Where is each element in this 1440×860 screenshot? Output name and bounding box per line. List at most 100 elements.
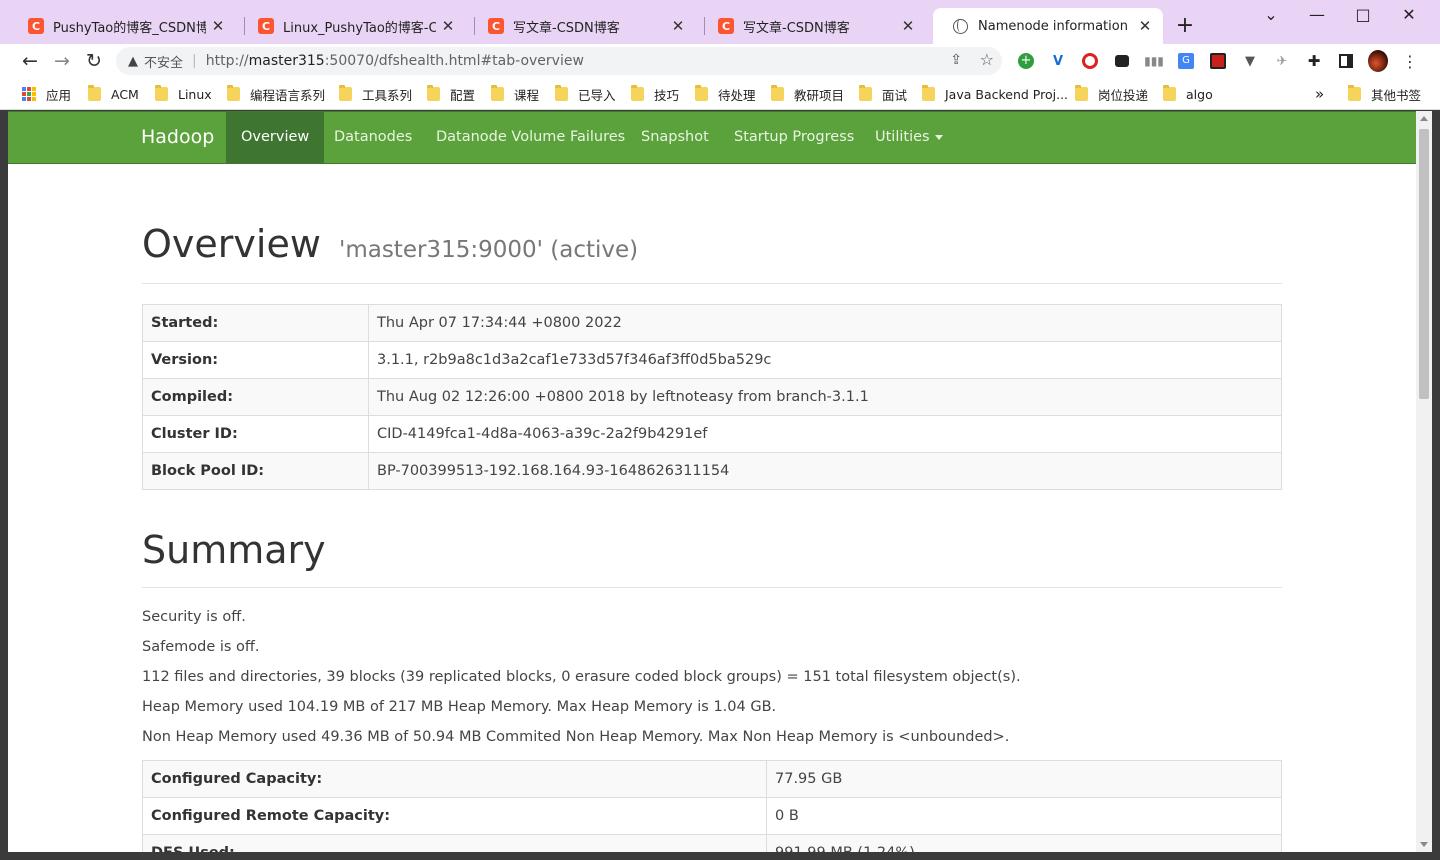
bookmark-folder[interactable]: 课程 xyxy=(491,85,539,103)
row-value: 991.99 MB (1.24%) xyxy=(766,834,1282,852)
bookmarks-overflow-button[interactable]: » xyxy=(1315,85,1324,103)
forward-button[interactable]: → xyxy=(49,48,75,74)
scroll-down-icon[interactable] xyxy=(1420,842,1428,847)
row-key: DFS Used: xyxy=(142,834,767,852)
nav-overview[interactable]: Overview xyxy=(226,112,325,163)
nav-startup-progress[interactable]: Startup Progress xyxy=(719,112,869,163)
back-button[interactable]: ← xyxy=(17,48,43,74)
filesystem-objects: 112 files and directories, 39 blocks (39… xyxy=(142,669,1021,685)
scroll-up-icon[interactable] xyxy=(1420,116,1428,121)
row-key: Configured Remote Capacity: xyxy=(142,797,767,835)
nav-datanodes[interactable]: Datanodes xyxy=(319,112,427,163)
scrollbar-thumb[interactable] xyxy=(1419,129,1429,399)
close-tab-icon[interactable]: ✕ xyxy=(900,17,916,35)
bookmark-label: Java Backend Proj... xyxy=(945,86,1069,102)
bookmark-folder[interactable]: 编程语言系列 xyxy=(227,85,325,103)
bookmark-folder[interactable]: 技巧 xyxy=(631,85,679,103)
extension-v-icon[interactable]: V xyxy=(1048,51,1068,71)
folder-icon xyxy=(1075,85,1088,101)
csdn-favicon-icon: C xyxy=(28,18,44,34)
extension-add-icon[interactable]: + xyxy=(1016,51,1036,71)
bookmark-folder[interactable]: 配置 xyxy=(427,85,475,103)
bookmark-folder[interactable]: 待处理 xyxy=(695,85,756,103)
folder-icon xyxy=(491,85,504,101)
table-row: Configured Remote Capacity: 0 B xyxy=(142,797,1282,835)
new-tab-button[interactable]: + xyxy=(1173,12,1197,40)
tab-search-icon[interactable]: ⌄ xyxy=(1248,0,1294,32)
browser-tab[interactable]: C PushyTao的博客_CSDN博客-PushyTao的 ✕ xyxy=(8,8,236,44)
extensions-puzzle-icon[interactable]: ✚ xyxy=(1304,51,1324,71)
hadoop-brand[interactable]: Hadoop xyxy=(141,126,214,148)
table-row: Started: Thu Apr 07 17:34:44 +0800 2022 xyxy=(142,304,1282,342)
maximize-button[interactable]: □ xyxy=(1340,0,1386,32)
bookmark-label: 面试 xyxy=(882,87,908,103)
profile-avatar[interactable] xyxy=(1368,50,1388,72)
extension-bars-icon[interactable]: ▮▮▮ xyxy=(1144,51,1164,71)
browser-tab[interactable]: C 写文章-CSDN博客 ✕ xyxy=(698,8,926,44)
close-window-button[interactable]: ✕ xyxy=(1386,0,1432,32)
extension-opera-icon[interactable] xyxy=(1080,51,1100,71)
address-bar[interactable]: ▲ 不安全 | http://master315:50070/dfshealth… xyxy=(116,47,1002,75)
close-tab-icon[interactable]: ✕ xyxy=(1137,17,1153,35)
other-bookmarks-folder[interactable]: 其他书签 xyxy=(1348,85,1421,103)
table-row: Cluster ID: CID-4149fca1-4d8a-4063-a39c-2… xyxy=(142,415,1282,453)
bookmark-folder[interactable]: Java Backend Proj... xyxy=(922,85,1068,103)
bookmark-label: 技巧 xyxy=(654,87,680,103)
nav-utilities[interactable]: Utilities xyxy=(860,112,958,163)
table-row: Compiled: Thu Aug 02 12:26:00 +0800 2018 … xyxy=(142,378,1282,416)
close-tab-icon[interactable]: ✕ xyxy=(670,17,686,35)
bookmark-folder[interactable]: 已导入 xyxy=(555,85,616,103)
extension-bird-icon[interactable]: ✈ xyxy=(1272,51,1292,71)
bookmark-label: ACM xyxy=(111,86,139,102)
folder-icon xyxy=(859,85,872,101)
security-label[interactable]: 不安全 xyxy=(144,52,183,71)
apps-grid-icon xyxy=(22,87,36,101)
row-key: Version: xyxy=(142,341,369,379)
warning-icon[interactable]: ▲ xyxy=(128,54,138,69)
csdn-favicon-icon: C xyxy=(488,18,504,34)
bookmark-label: 配置 xyxy=(450,87,476,103)
bookmark-apps[interactable]: 应用 xyxy=(22,85,71,103)
browser-tab[interactable]: C 写文章-CSDN博客 ✕ xyxy=(468,8,696,44)
row-value: Thu Aug 02 12:26:00 +0800 2018 by leftno… xyxy=(368,378,1282,416)
bookmark-star-icon[interactable]: ☆ xyxy=(980,50,994,69)
address-divider: | xyxy=(192,53,197,69)
close-tab-icon[interactable]: ✕ xyxy=(440,17,456,35)
row-value: CID-4149fca1-4d8a-4063-a39c-2a2f9b4291ef xyxy=(368,415,1282,453)
bookmark-label: 教研项目 xyxy=(794,87,845,103)
close-tab-icon[interactable]: ✕ xyxy=(210,17,226,35)
share-icon[interactable]: ⇪ xyxy=(950,52,962,68)
row-key: Compiled: xyxy=(142,378,369,416)
browser-menu-icon[interactable]: ⋮ xyxy=(1400,51,1420,71)
bookmark-folder[interactable]: 工具系列 xyxy=(339,85,412,103)
extension-vue-icon[interactable]: ▼ xyxy=(1240,51,1260,71)
overview-title: Overview xyxy=(142,222,321,266)
bookmark-folder[interactable]: 教研项目 xyxy=(771,85,844,103)
page-scrollbar[interactable] xyxy=(1416,111,1432,852)
reload-button[interactable]: ↻ xyxy=(81,48,107,74)
bookmark-label: 待处理 xyxy=(718,87,756,103)
bookmark-folder[interactable]: ACM xyxy=(88,85,139,103)
non-heap-memory: Non Heap Memory used 49.36 MB of 50.94 M… xyxy=(142,729,1010,745)
url-text[interactable]: http://master315:50070/dfshealth.html#ta… xyxy=(206,53,584,69)
nav-datanode-volume-failures[interactable]: Datanode Volume Failures xyxy=(421,112,640,163)
browser-tab-active[interactable]: Namenode information ✕ xyxy=(933,8,1163,44)
bookmark-folder[interactable]: 面试 xyxy=(859,85,907,103)
browser-tab[interactable]: C Linux_PushyTao的博客-CSDN博客 ✕ xyxy=(238,8,466,44)
nav-snapshot[interactable]: Snapshot xyxy=(626,112,724,163)
side-panel-icon[interactable] xyxy=(1336,51,1356,71)
csdn-favicon-icon: C xyxy=(258,18,274,34)
bookmark-folder[interactable]: 岗位投递 xyxy=(1075,85,1148,103)
bookmark-label: 其他书签 xyxy=(1371,87,1422,103)
csdn-favicon-icon: C xyxy=(718,18,734,34)
extension-translate-icon[interactable]: G xyxy=(1176,51,1196,71)
bookmark-folder[interactable]: Linux xyxy=(155,85,212,103)
folder-icon xyxy=(695,85,708,101)
extension-red-icon[interactable] xyxy=(1208,51,1228,71)
nav-utilities-label: Utilities xyxy=(875,129,930,145)
extension-robot-icon[interactable] xyxy=(1112,51,1132,71)
hadoop-navbar: Hadoop Overview Datanodes Datanode Volum… xyxy=(8,111,1416,164)
minimize-button[interactable]: — xyxy=(1294,0,1340,32)
bookmark-folder[interactable]: algo xyxy=(1163,85,1213,103)
folder-icon xyxy=(339,85,352,101)
